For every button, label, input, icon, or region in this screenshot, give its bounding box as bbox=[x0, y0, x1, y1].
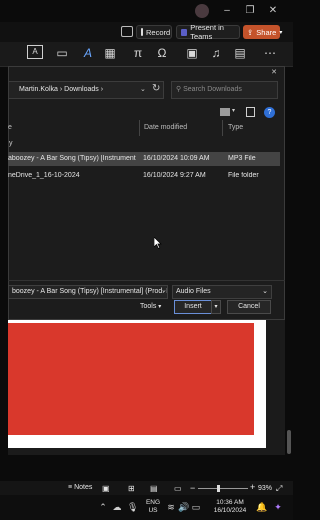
dialog-close-button[interactable]: ✕ bbox=[268, 67, 280, 79]
breadcrumb-item[interactable]: Downloads bbox=[64, 86, 99, 93]
record-button[interactable]: Record bbox=[136, 25, 172, 39]
search-input[interactable]: ⚲ Search Downloads bbox=[171, 81, 278, 99]
screen-recording-icon[interactable]: ▤ bbox=[232, 44, 248, 62]
view-chevron-icon[interactable]: ▾ bbox=[232, 107, 235, 114]
notes-button[interactable]: ≡ Notes bbox=[68, 484, 92, 491]
file-date: 16/10/2024 9:27 AM bbox=[143, 172, 206, 179]
chevron-down-icon: ⌄ bbox=[262, 288, 268, 295]
tools-menu[interactable]: Tools ▾ bbox=[140, 303, 161, 310]
battery-icon[interactable]: ▭ bbox=[191, 499, 201, 515]
present-in-teams-button[interactable]: Present in Teams bbox=[176, 23, 240, 41]
tray-chevron-icon[interactable]: ⌃ bbox=[98, 499, 108, 515]
column-name[interactable]: e bbox=[8, 124, 12, 131]
filename-dropdown-icon[interactable]: ⌄ bbox=[161, 286, 167, 294]
share-icon: ⇪ bbox=[247, 27, 254, 37]
file-row[interactable]: aboozey - A Bar Song (Tipsy) [Instrument… bbox=[8, 152, 280, 166]
zoom-out-icon[interactable]: − bbox=[190, 483, 195, 493]
file-name: neDrive_1_16-10-2024 bbox=[8, 172, 80, 179]
minimize-button[interactable]: – bbox=[220, 4, 234, 18]
wifi-icon[interactable]: ≋ bbox=[166, 499, 176, 515]
fit-slide-icon[interactable]: ⤢ bbox=[276, 484, 282, 494]
video-icon[interactable]: ▣ bbox=[184, 44, 200, 62]
chevron-down-icon: ▾ bbox=[279, 29, 283, 36]
column-date-modified[interactable]: Date modified bbox=[144, 124, 187, 131]
slide-sorter-icon[interactable]: ⊞ bbox=[128, 484, 135, 493]
address-dropdown-icon[interactable]: ⌄ bbox=[140, 85, 146, 93]
view-options-icon[interactable] bbox=[220, 108, 230, 116]
slide-red-shape[interactable] bbox=[8, 323, 254, 435]
record-label: Record bbox=[146, 27, 171, 37]
wordart-icon[interactable]: A bbox=[80, 44, 96, 62]
zoom-level[interactable]: 93% bbox=[258, 485, 272, 492]
clock[interactable]: 10:36 AM 16/10/2024 bbox=[210, 499, 250, 515]
insert-button[interactable]: Insert bbox=[174, 300, 212, 314]
language-indicator[interactable]: ENG US bbox=[143, 499, 163, 515]
equation-icon[interactable]: π bbox=[130, 44, 146, 62]
notification-bell-icon[interactable]: 🔔 bbox=[256, 499, 267, 515]
teams-icon bbox=[181, 28, 188, 36]
column-divider bbox=[139, 120, 140, 136]
refresh-icon[interactable]: ↻ bbox=[152, 83, 160, 94]
file-date: 16/10/2024 10:09 AM bbox=[143, 155, 210, 162]
slideshow-icon[interactable]: ▭ bbox=[174, 484, 182, 493]
ribbon bbox=[0, 42, 293, 67]
breadcrumb-separator-icon: › bbox=[100, 86, 104, 93]
user-avatar-icon[interactable] bbox=[195, 4, 209, 18]
microphone-icon[interactable]: 🎙 bbox=[127, 499, 138, 515]
comments-icon[interactable] bbox=[121, 26, 133, 37]
zoom-in-icon[interactable]: + bbox=[250, 482, 255, 492]
insert-audio-dialog bbox=[8, 66, 285, 320]
dialog-bottom-divider bbox=[8, 280, 285, 281]
file-type: MP3 File bbox=[228, 155, 256, 162]
breadcrumb-item[interactable]: Martin.Kolka bbox=[19, 86, 58, 93]
share-button[interactable]: ⇪ Share ▾ bbox=[243, 25, 283, 39]
chevron-down-icon: ▾ bbox=[158, 304, 162, 310]
filetype-select[interactable]: Audio Files ⌄ bbox=[172, 285, 272, 299]
notes-icon: ≡ bbox=[68, 484, 73, 491]
symbol-icon[interactable]: Ω bbox=[154, 44, 170, 62]
textbox-icon[interactable]: A bbox=[27, 45, 43, 59]
audio-icon[interactable]: ♫ bbox=[208, 44, 224, 62]
insert-dropdown-button[interactable]: ▾ bbox=[211, 300, 221, 314]
close-window-button[interactable]: ✕ bbox=[266, 4, 280, 18]
file-list-header: e Date modified Type bbox=[8, 121, 285, 135]
file-name: aboozey - A Bar Song (Tipsy) [Instrument… bbox=[8, 155, 136, 162]
preview-pane-icon[interactable] bbox=[246, 107, 255, 117]
mouse-cursor-icon bbox=[154, 237, 162, 249]
column-type[interactable]: Type bbox=[228, 124, 243, 131]
help-icon[interactable]: ? bbox=[264, 107, 275, 118]
header-footer-icon[interactable]: ▭ bbox=[54, 44, 70, 62]
filename-input[interactable]: boozey - A Bar Song (Tipsy) [Instrumenta… bbox=[8, 285, 168, 299]
share-label: Share bbox=[256, 27, 277, 37]
volume-icon[interactable]: 🔊 bbox=[178, 499, 189, 515]
file-type: File folder bbox=[228, 172, 259, 179]
onedrive-icon[interactable]: ☁ bbox=[111, 499, 123, 515]
date-time-icon[interactable]: ▦ bbox=[102, 44, 118, 62]
zoom-slider[interactable] bbox=[198, 488, 248, 489]
cancel-button[interactable]: Cancel bbox=[227, 300, 271, 314]
ribbon-overflow-icon[interactable]: ⋯ bbox=[262, 44, 278, 62]
copilot-icon[interactable]: ✦ bbox=[272, 499, 284, 515]
file-row[interactable]: neDrive_1_16-10-2024 16/10/2024 9:27 AM … bbox=[8, 169, 280, 183]
normal-view-icon[interactable]: ▣ bbox=[102, 484, 110, 493]
column-divider bbox=[222, 120, 223, 136]
zoom-slider-thumb[interactable] bbox=[217, 485, 220, 492]
reading-view-icon[interactable]: ▤ bbox=[150, 484, 158, 493]
teams-label: Present in Teams bbox=[190, 23, 224, 41]
record-dot-icon bbox=[141, 28, 143, 36]
group-label: y bbox=[9, 140, 13, 147]
vertical-scrollbar[interactable] bbox=[287, 430, 291, 454]
restore-button[interactable]: ❐ bbox=[243, 4, 257, 18]
